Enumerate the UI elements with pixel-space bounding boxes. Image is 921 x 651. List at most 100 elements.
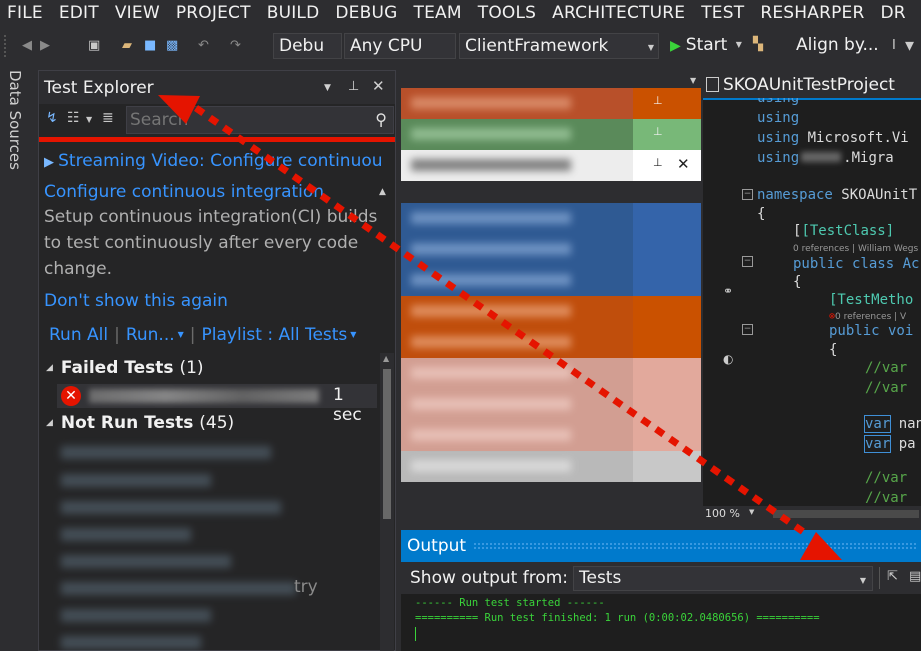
menu-item-architecture[interactable]: ARCHITECTURE <box>544 3 693 23</box>
new-project-icon[interactable]: ▣ <box>88 38 100 53</box>
test-explorer-titlebar[interactable]: Test Explorer ▼ ⊥ ✕ <box>39 71 395 104</box>
search-input[interactable] <box>127 107 357 133</box>
list-spacer <box>401 181 701 203</box>
list-item[interactable]: ⊥ ✕ <box>401 150 701 181</box>
horizontal-scrollbar[interactable] <box>773 510 919 518</box>
start-button[interactable]: ▶ Start ▼ <box>670 35 742 55</box>
codelens-references[interactable]: 0 references | William Wegs <box>793 244 918 254</box>
output-log[interactable]: ------ Run test started ------ ==========… <box>415 596 820 626</box>
list-options-icon[interactable]: ≣ <box>102 110 114 126</box>
configure-ci-link[interactable]: Configure continuous integration <box>44 182 324 202</box>
zoom-level[interactable]: 100 % <box>705 507 740 520</box>
run-tests-after-build-icon[interactable]: ↯ <box>46 110 58 126</box>
editor-file-tab[interactable]: SKOAUnitTestProject <box>703 70 921 100</box>
window-position-icon[interactable]: ▼ <box>324 83 331 93</box>
navigate-back-icon[interactable]: ◀ <box>22 38 32 53</box>
undo-icon[interactable]: ↶ <box>198 38 209 53</box>
dont-show-again-link[interactable]: Don't show this again <box>44 291 228 311</box>
list-item[interactable] <box>61 609 211 622</box>
toolbar-grip[interactable] <box>4 35 8 57</box>
list-item[interactable]: ⊥ <box>401 88 701 119</box>
list-item[interactable] <box>401 358 701 389</box>
not-run-tests-group[interactable]: ◢ Not Run Tests (45) <box>46 413 234 433</box>
expand-triangle-icon[interactable]: ◢ <box>46 363 53 373</box>
scroll-up-icon[interactable]: ▲ <box>383 354 389 363</box>
run-dropdown-link[interactable]: Run... <box>126 325 175 345</box>
open-file-icon[interactable]: ▰ <box>122 38 132 53</box>
close-icon[interactable]: ✕ <box>372 77 385 95</box>
streaming-video-link[interactable]: ▶ Streaming Video: Configure continuou <box>44 151 382 171</box>
solution-config-dropdown[interactable]: Debu <box>273 33 342 59</box>
list-item[interactable] <box>401 203 701 234</box>
navigate-forward-icon[interactable]: ▶ <box>40 38 50 53</box>
platform-dropdown[interactable]: Any CPU <box>344 33 456 59</box>
pin-icon[interactable]: ⊥ <box>653 156 663 169</box>
search-icon[interactable]: ⚲ <box>375 110 387 129</box>
find-message-icon[interactable]: ⇱ <box>887 569 898 584</box>
chevron-down-icon[interactable]: ▼ <box>690 76 696 85</box>
browser-link-icon[interactable]: ▚ <box>753 37 763 52</box>
list-item[interactable] <box>401 234 701 265</box>
data-sources-tab[interactable]: Data Sources <box>0 68 32 198</box>
menu-item-project[interactable]: PROJECT <box>168 3 259 23</box>
list-item[interactable] <box>61 582 296 595</box>
menu-item-team[interactable]: TEAM <box>406 3 470 23</box>
test-search-box[interactable]: ⚲ <box>126 106 394 134</box>
failed-tests-group[interactable]: ◢ Failed Tests (1) <box>46 358 204 378</box>
chevron-down-icon[interactable]: ▼ <box>86 115 92 124</box>
playlist-link[interactable]: Playlist : All Tests <box>202 325 348 345</box>
menu-item-resharper[interactable]: RESHARPER <box>752 3 872 23</box>
list-item[interactable] <box>401 327 701 358</box>
fold-toggle-icon[interactable]: − <box>742 256 753 267</box>
list-item[interactable]: ⊥ <box>401 119 701 150</box>
code-editor[interactable]: SKOAUnitTestProject ⚭ ◐ − − − using usin… <box>703 70 921 522</box>
test-list-scrollbar[interactable]: ▲ <box>380 353 394 651</box>
menu-item-tools[interactable]: TOOLS <box>470 3 544 23</box>
menu-item-debug[interactable]: DEBUG <box>327 3 405 23</box>
toolbar-dropdown-icon[interactable]: ▾ <box>905 35 914 56</box>
menu-item-test[interactable]: TEST <box>693 3 752 23</box>
list-item[interactable] <box>61 446 271 459</box>
clear-all-icon[interactable]: ▤ <box>909 569 921 584</box>
list-item[interactable] <box>401 420 701 451</box>
fold-toggle-icon[interactable]: − <box>742 189 753 200</box>
fold-toggle-icon[interactable]: − <box>742 324 753 335</box>
chevron-down-icon[interactable]: ▼ <box>350 330 356 339</box>
menu-item-view[interactable]: VIEW <box>107 3 168 23</box>
list-item[interactable] <box>61 636 201 649</box>
menu-item-file[interactable]: FILE <box>0 3 51 23</box>
redo-icon[interactable]: ↷ <box>230 38 241 53</box>
chevron-down-icon[interactable]: ▼ <box>749 508 754 516</box>
expand-triangle-icon[interactable]: ◢ <box>46 418 53 428</box>
run-all-link[interactable]: Run All <box>49 325 108 345</box>
list-item[interactable] <box>61 501 281 514</box>
output-titlebar[interactable]: Output <box>401 530 921 562</box>
pin-icon[interactable]: ⊥ <box>348 79 359 94</box>
list-item[interactable] <box>61 474 211 487</box>
code-area[interactable]: using using using Microsoft.Vi using .Mig… <box>753 98 921 503</box>
startup-project-dropdown[interactable]: ClientFramework ▼ <box>459 33 659 59</box>
test-failed-icon: ✕ <box>61 386 81 406</box>
list-item[interactable] <box>61 555 231 568</box>
list-item[interactable] <box>401 265 701 296</box>
group-by-icon[interactable]: ☷ <box>67 110 80 126</box>
align-by-button[interactable]: Align by... <box>796 35 879 55</box>
list-item[interactable] <box>61 528 191 541</box>
menu-item-dr[interactable]: DR <box>873 3 914 23</box>
list-item[interactable] <box>401 389 701 420</box>
output-source-dropdown[interactable]: Tests ▼ <box>573 566 873 591</box>
save-all-icon[interactable]: ▩ <box>166 38 178 53</box>
pin-icon[interactable]: ⊥ <box>653 125 663 138</box>
failed-test-row[interactable]: ✕ 1 sec <box>57 384 377 425</box>
pin-icon[interactable]: ⊥ <box>653 94 663 107</box>
list-item[interactable] <box>401 451 701 482</box>
codelens-link-icon[interactable]: ⚭ <box>723 284 733 298</box>
chevron-down-icon[interactable]: ▼ <box>178 330 184 339</box>
close-icon[interactable]: ✕ <box>677 155 690 173</box>
collapse-notice-icon[interactable]: ▲ <box>379 187 386 197</box>
menu-item-edit[interactable]: EDIT <box>51 3 107 23</box>
list-item[interactable] <box>401 296 701 327</box>
save-icon[interactable]: ■ <box>144 38 156 53</box>
menu-item-build[interactable]: BUILD <box>259 3 328 23</box>
scrollbar-thumb[interactable] <box>383 369 391 519</box>
